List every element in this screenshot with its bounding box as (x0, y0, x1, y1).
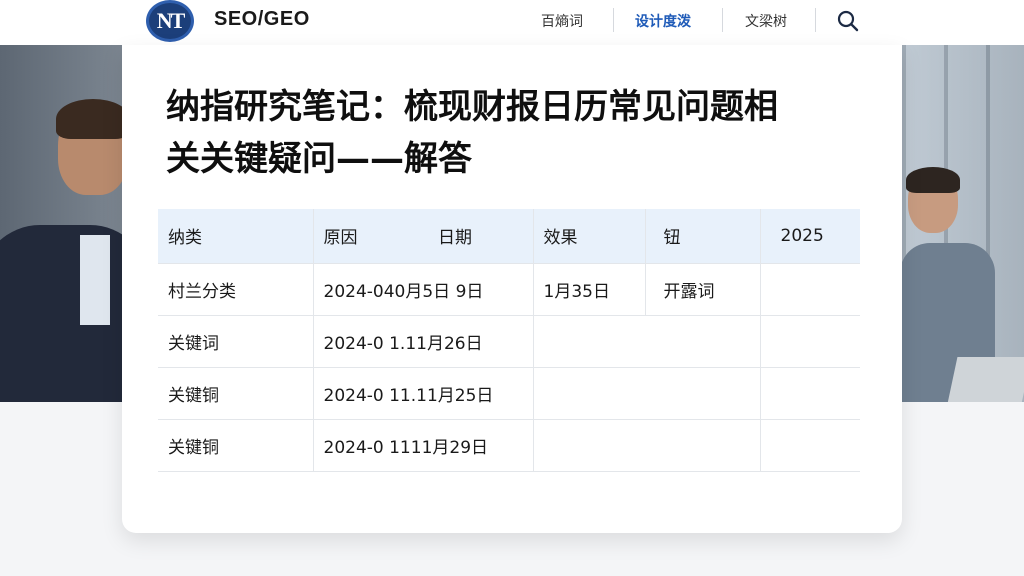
article-card: 纳指研究笔记：梳现财报日历常见问题相 关关键疑问——解答 纳类 原因 日期 效果… (122, 45, 902, 533)
table-cell (533, 419, 645, 472)
nav-divider (613, 8, 614, 32)
nav-item-3[interactable]: 文梁树 (745, 11, 787, 31)
table-cell: 2024-040月5日 9日 (313, 263, 534, 316)
site-logo[interactable]: NT (146, 0, 194, 42)
table-cell: 开露词 (645, 263, 761, 316)
background-person-left (0, 85, 150, 402)
table-cell: 关键铜 (158, 419, 314, 472)
logo-text: NT (156, 8, 186, 33)
table-cell (760, 263, 860, 316)
table-header-row: 纳类 原因 日期 效果 钮 2025 (158, 209, 860, 264)
table-cell (760, 315, 860, 368)
table-cell (645, 367, 761, 420)
table-cell (533, 315, 645, 368)
table-cell: 1月35日 (533, 263, 646, 316)
table-header-cell: 2025 (760, 209, 860, 264)
table-row: 关键铜 2024-0 1111月29日 (158, 419, 860, 472)
top-navigation-bar: NT SEO/GEO 百熵词 设计度泼 文梁树 (0, 0, 1024, 45)
table-cell: 关键词 (158, 315, 314, 368)
table-header-cell: 原因 (313, 209, 428, 264)
table-row: 关键词 2024-0 1.11月26日 (158, 315, 860, 368)
nav-divider (815, 8, 816, 32)
table-header-cell: 效果 (533, 209, 646, 264)
site-name[interactable]: SEO/GEO (214, 8, 310, 31)
table-cell: 关键铜 (158, 367, 314, 420)
nav-item-2-active[interactable]: 设计度泼 (635, 11, 691, 31)
table-cell: 2024-0 1.11月26日 (313, 315, 534, 368)
table-cell (760, 367, 860, 420)
search-icon[interactable] (836, 9, 860, 33)
table-cell: 村兰分类 (158, 263, 314, 316)
table-cell: 2024-0 1111月29日 (313, 419, 534, 472)
nav-item-1[interactable]: 百熵词 (541, 11, 583, 31)
table-header-cell: 日期 (428, 209, 534, 264)
table-cell (645, 315, 761, 368)
table-header-cell: 纳类 (158, 209, 314, 264)
table-cell: 2024-0 11.11月25日 (313, 367, 534, 420)
table-row: 村兰分类 2024-040月5日 9日 1月35日 开露词 (158, 263, 860, 316)
table-cell (645, 419, 761, 472)
table-cell (533, 367, 645, 420)
article-title-line-2: 关关键疑问——解答 (166, 139, 472, 179)
data-table: 纳类 原因 日期 效果 钮 2025 村兰分类 2024-040月5日 9日 1… (158, 209, 860, 472)
nav-divider (722, 8, 723, 32)
table-row: 关键铜 2024-0 11.11月25日 (158, 367, 860, 420)
article-title: 纳指研究笔记：梳现财报日历常见问题相 关关键疑问——解答 (166, 81, 866, 185)
table-cell (760, 419, 860, 472)
table-header-cell: 钮 (645, 209, 761, 264)
article-title-line-1: 纳指研究笔记：梳现财报日历常见问题相 (166, 87, 778, 127)
